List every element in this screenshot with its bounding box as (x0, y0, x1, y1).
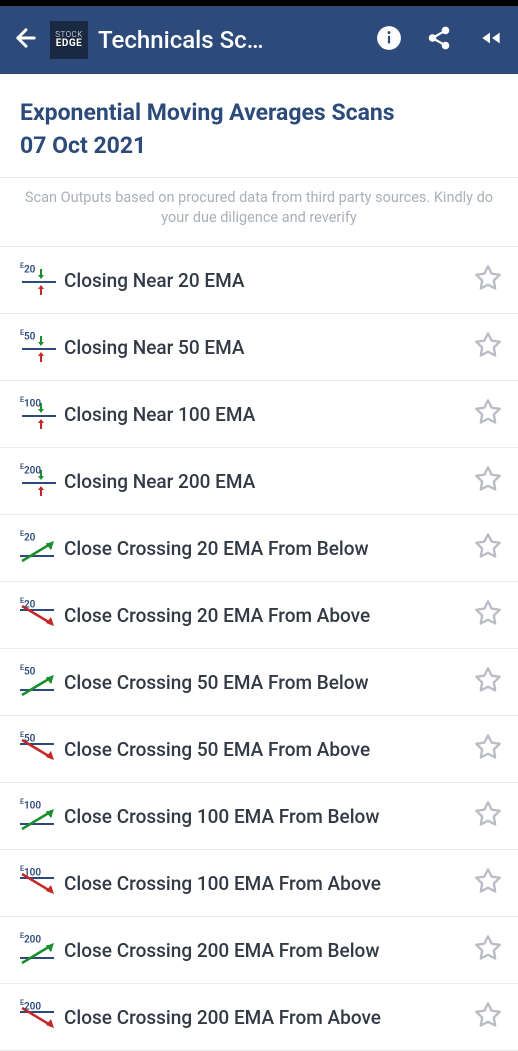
favorite-star-icon[interactable] (474, 599, 502, 631)
scan-type-icon: E200 (16, 1000, 64, 1034)
scan-type-icon: E200 (16, 464, 64, 498)
scan-item-label: Close Crossing 100 EMA From Below (64, 805, 474, 828)
back-button[interactable] (12, 24, 40, 56)
app-logo: STOCK EDGE (50, 21, 88, 59)
favorite-star-icon[interactable] (474, 398, 502, 430)
scan-item-label: Close Crossing 200 EMA From Below (64, 939, 474, 962)
scan-type-icon: E20 (16, 531, 64, 565)
favorite-star-icon[interactable] (474, 331, 502, 363)
share-icon[interactable] (426, 25, 452, 55)
scan-list-item[interactable]: E200 Close Crossing 200 EMA From Below (0, 917, 518, 984)
scan-type-icon: E50 (16, 665, 64, 699)
page-heading-line1: Exponential Moving Averages Scans (20, 96, 498, 129)
scan-type-icon: E100 (16, 397, 64, 431)
disclaimer-text: Scan Outputs based on procured data from… (0, 177, 518, 247)
favorite-star-icon[interactable] (474, 264, 502, 296)
page-heading-area: Exponential Moving Averages Scans 07 Oct… (0, 74, 518, 177)
favorite-star-icon[interactable] (474, 465, 502, 497)
scan-item-label: Closing Near 100 EMA (64, 403, 474, 426)
scan-type-icon: E50 (16, 330, 64, 364)
scan-type-icon: E100 (16, 866, 64, 900)
favorite-star-icon[interactable] (474, 934, 502, 966)
scan-item-label: Closing Near 200 EMA (64, 470, 474, 493)
scan-item-label: Close Crossing 50 EMA From Below (64, 671, 474, 694)
scan-type-icon: E20 (16, 598, 64, 632)
scan-list-item[interactable]: E200 Close Crossing 200 EMA From Above (0, 984, 518, 1051)
rewind-icon[interactable] (476, 25, 506, 55)
favorite-star-icon[interactable] (474, 532, 502, 564)
favorite-star-icon[interactable] (474, 666, 502, 698)
page-heading-line2: 07 Oct 2021 (20, 129, 498, 162)
favorite-star-icon[interactable] (474, 1001, 502, 1033)
scan-list-item[interactable]: E20 Closing Near 20 EMA (0, 247, 518, 314)
scan-list-item[interactable]: E50 Close Crossing 50 EMA From Below (0, 649, 518, 716)
scan-list-item[interactable]: E20 Close Crossing 20 EMA From Above (0, 582, 518, 649)
scan-type-icon: E100 (16, 799, 64, 833)
scan-list-item[interactable]: E200 Closing Near 200 EMA (0, 448, 518, 515)
scan-list-item[interactable]: E100 Close Crossing 100 EMA From Above (0, 850, 518, 917)
scan-item-label: Close Crossing 20 EMA From Above (64, 604, 474, 627)
favorite-star-icon[interactable] (474, 800, 502, 832)
scan-type-icon: E200 (16, 933, 64, 967)
scan-list-item[interactable]: E100 Closing Near 100 EMA (0, 381, 518, 448)
scan-list-item[interactable]: E20 Close Crossing 20 EMA From Below (0, 515, 518, 582)
scan-item-label: Close Crossing 20 EMA From Below (64, 537, 474, 560)
scan-type-icon: E50 (16, 732, 64, 766)
logo-text-2: EDGE (56, 39, 83, 49)
scan-item-label: Close Crossing 100 EMA From Above (64, 872, 474, 895)
info-icon[interactable] (376, 25, 402, 55)
scan-list-item[interactable]: E100 Close Crossing 100 EMA From Below (0, 783, 518, 850)
app-header: STOCK EDGE Technicals Sc… (0, 6, 518, 74)
page-title-header: Technicals Sc… (98, 26, 352, 54)
scan-list-item[interactable]: E50 Closing Near 50 EMA (0, 314, 518, 381)
scan-item-label: Close Crossing 200 EMA From Above (64, 1006, 474, 1029)
scan-item-label: Closing Near 50 EMA (64, 336, 474, 359)
favorite-star-icon[interactable] (474, 733, 502, 765)
scan-list-item[interactable]: E50 Close Crossing 50 EMA From Above (0, 716, 518, 783)
scan-item-label: Close Crossing 50 EMA From Above (64, 738, 474, 761)
scan-item-label: Closing Near 20 EMA (64, 269, 474, 292)
scan-type-icon: E20 (16, 263, 64, 297)
favorite-star-icon[interactable] (474, 867, 502, 899)
scan-list: E20 Closing Near 20 EMA E50 Closing Near… (0, 246, 518, 1051)
